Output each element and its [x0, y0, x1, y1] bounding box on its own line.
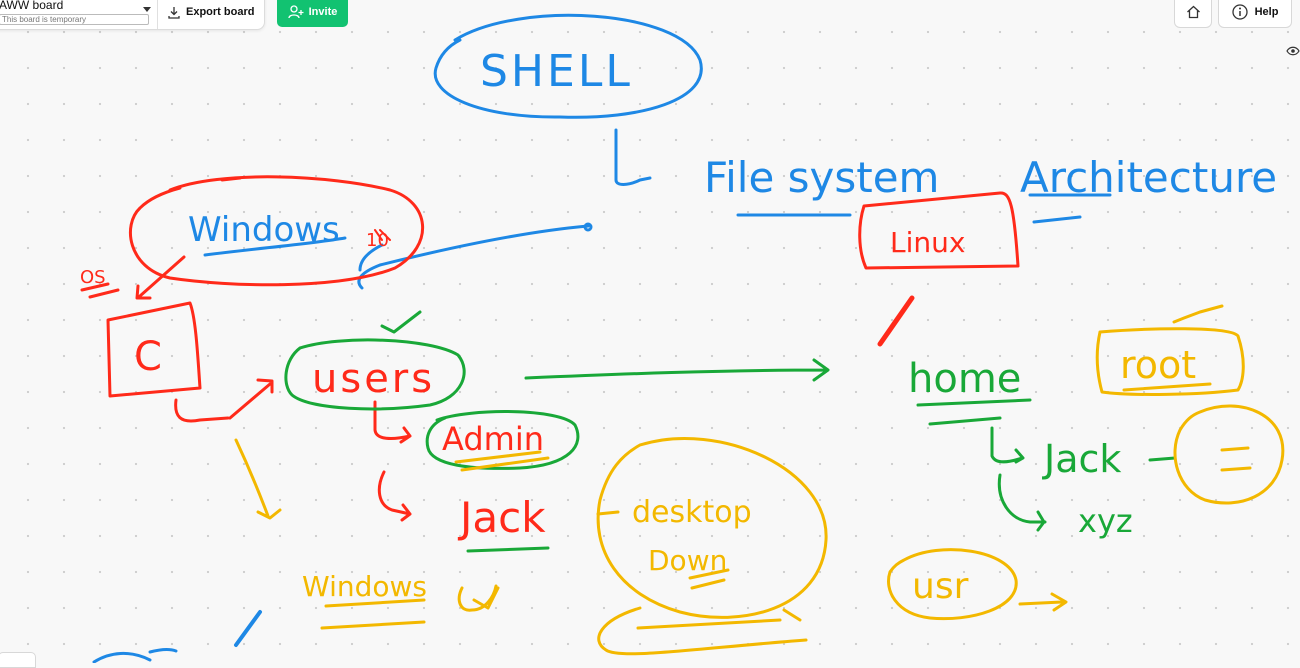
- root-home-ellipse: [1173, 404, 1285, 505]
- blue-strokes: [92, 13, 1112, 663]
- usr-label: usr: [912, 566, 969, 607]
- c-drive-label: C: [134, 334, 162, 380]
- jack-to-root-line: [1148, 456, 1177, 462]
- home-underline: [916, 398, 1032, 426]
- root-label: root: [1120, 343, 1196, 387]
- c-to-windows-arrow: [234, 438, 282, 520]
- root-home-scribble: [1220, 446, 1252, 472]
- shell-branch-arrow: [614, 128, 652, 186]
- linux-label: Linux: [890, 226, 965, 259]
- jack-underline: [466, 546, 550, 553]
- xyz-label: xyz: [1078, 502, 1133, 540]
- jack-home-label: Jack: [1042, 437, 1121, 481]
- down-label: Down: [648, 544, 727, 577]
- desktop-label: desktop: [632, 495, 752, 530]
- c-to-users-arrow: [174, 378, 274, 423]
- blue-bottom-scribble: [92, 647, 178, 663]
- shell-label: SHELL: [480, 46, 633, 97]
- blue-slash: [234, 610, 262, 647]
- users-to-jack-arrow: [377, 470, 412, 522]
- root-tick: [1172, 304, 1224, 324]
- windows-lower-underline: [320, 598, 426, 630]
- windows-ellipse-tick: [220, 176, 242, 182]
- ten-label: 10: [366, 230, 389, 251]
- filesystem-label: File system: [704, 153, 939, 202]
- windows-lower-check: [457, 584, 500, 612]
- windows-lower-label: Windows: [302, 570, 427, 603]
- home-to-jack-arrow: [990, 426, 1025, 464]
- users-check: [380, 310, 422, 334]
- jack-label: Jack: [457, 493, 546, 542]
- red-slash: [877, 295, 915, 347]
- os-label: OS: [80, 267, 106, 288]
- home-to-xyz-arrow: [997, 473, 1047, 532]
- blue-text: SHELL File system Architecture Windows: [188, 46, 1277, 250]
- users-label: users: [312, 356, 435, 402]
- home-label: home: [908, 356, 1021, 402]
- architecture-label: Architecture: [1020, 153, 1277, 202]
- whiteboard-canvas[interactable]: SHELL File system Architecture Windows 1…: [0, 0, 1300, 663]
- users-to-home-arrow: [524, 358, 830, 382]
- usr-arrow: [1018, 592, 1068, 612]
- shell-to-windows-arrow: [357, 224, 590, 290]
- jack-to-desktop-line: [596, 510, 620, 516]
- windows-label: Windows: [188, 210, 340, 250]
- red-text: 10 OS C users Admin Jack Linux: [80, 226, 965, 542]
